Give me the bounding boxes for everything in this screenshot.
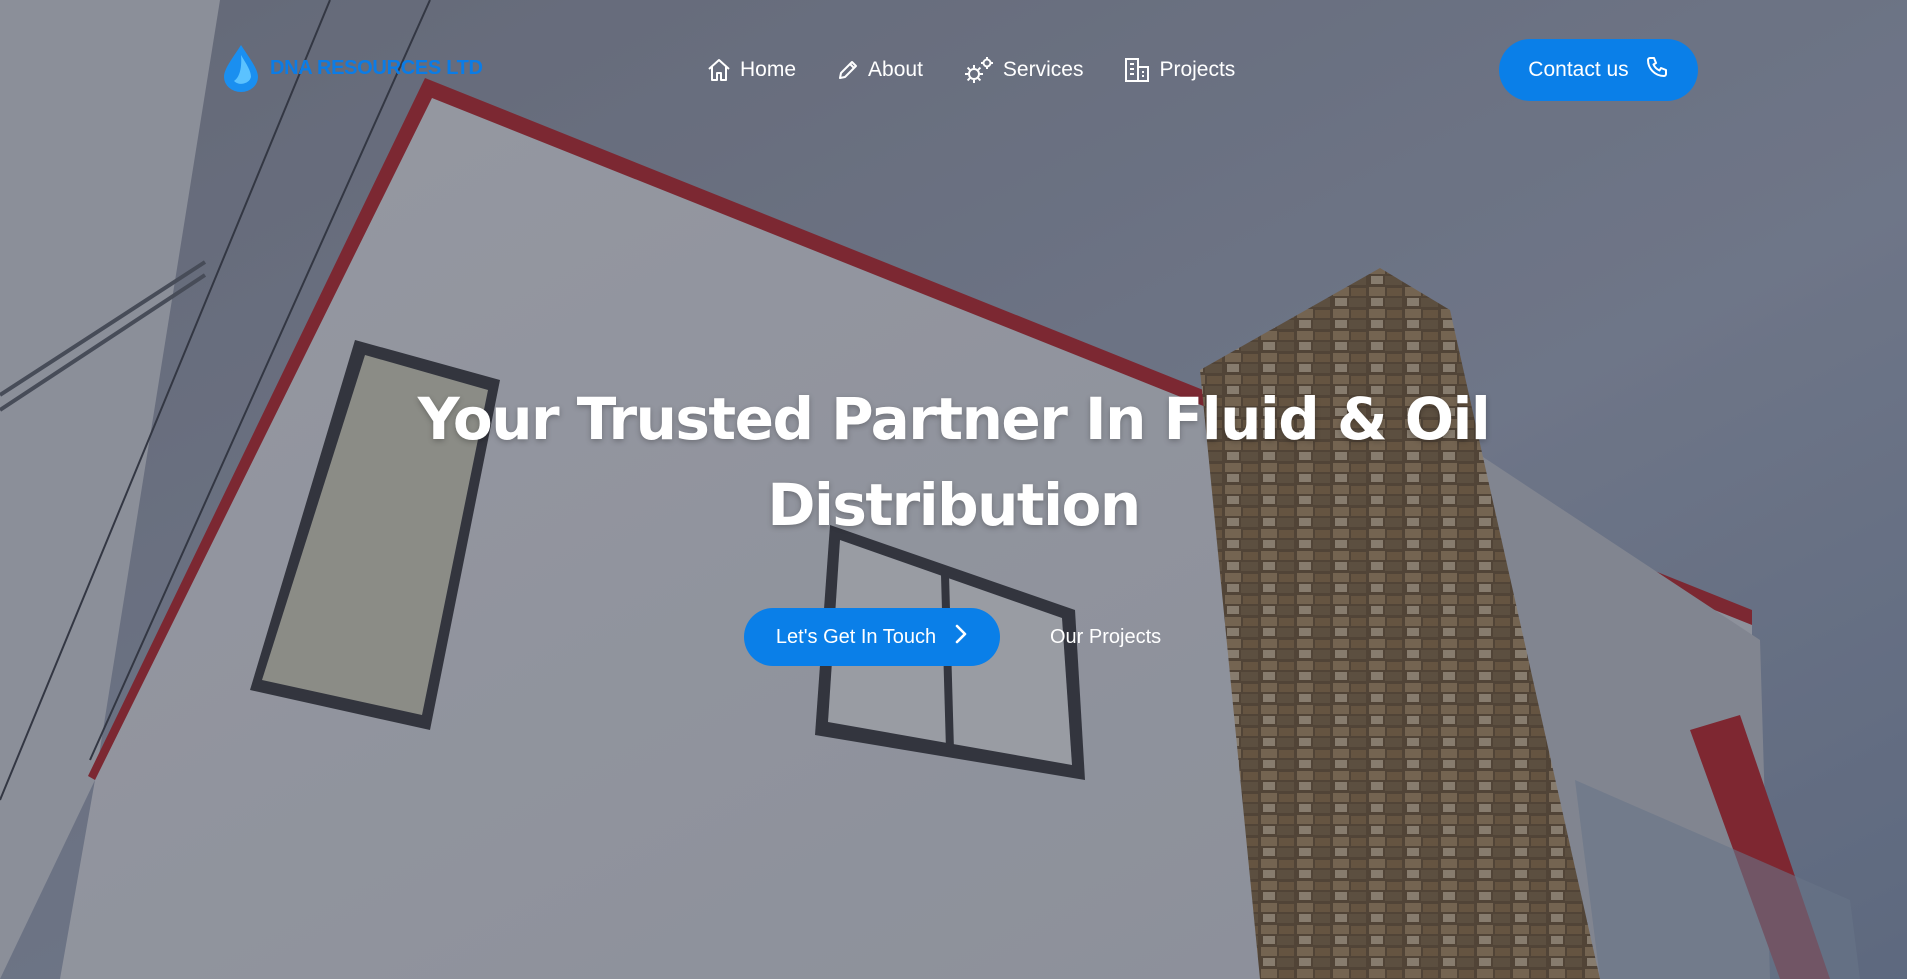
nav-item-home[interactable]: Home bbox=[706, 57, 796, 83]
droplet-icon bbox=[220, 43, 262, 93]
gears-icon bbox=[963, 55, 995, 85]
navbar: DNA RESOURCES LTD Home About Services Pr… bbox=[0, 0, 1907, 140]
brand-name: DNA RESOURCES LTD bbox=[270, 56, 483, 79]
main-nav: Home About Services Projects bbox=[706, 50, 1235, 90]
nav-item-services[interactable]: Services bbox=[963, 55, 1084, 85]
our-projects-link[interactable]: Our Projects bbox=[1050, 626, 1161, 649]
brand-link[interactable]: DNA RESOURCES LTD bbox=[220, 44, 483, 92]
nav-label-about: About bbox=[868, 58, 923, 81]
get-in-touch-label: Let's Get In Touch bbox=[775, 625, 937, 648]
building-icon bbox=[1123, 56, 1151, 84]
contact-us-button[interactable]: Contact us bbox=[1499, 39, 1698, 101]
chevron-right-icon bbox=[954, 623, 968, 651]
get-in-touch-button[interactable]: Let's Get In Touch bbox=[744, 608, 1000, 666]
nav-item-about[interactable]: About bbox=[836, 58, 923, 82]
hero-cta-row: Let's Get In Touch Our Projects bbox=[744, 608, 1161, 666]
nav-label-services: Services bbox=[1002, 58, 1084, 81]
nav-item-projects[interactable]: Projects bbox=[1123, 56, 1235, 84]
nav-label-home: Home bbox=[740, 58, 797, 81]
contact-us-label: Contact us bbox=[1528, 58, 1629, 81]
hero-title: Your Trusted Partner In Fluid & Oil Dist… bbox=[417, 385, 1491, 539]
pencil-icon bbox=[836, 58, 860, 82]
nav-label-projects: Projects bbox=[1159, 58, 1236, 81]
phone-icon bbox=[1645, 55, 1669, 85]
home-icon bbox=[706, 57, 732, 83]
